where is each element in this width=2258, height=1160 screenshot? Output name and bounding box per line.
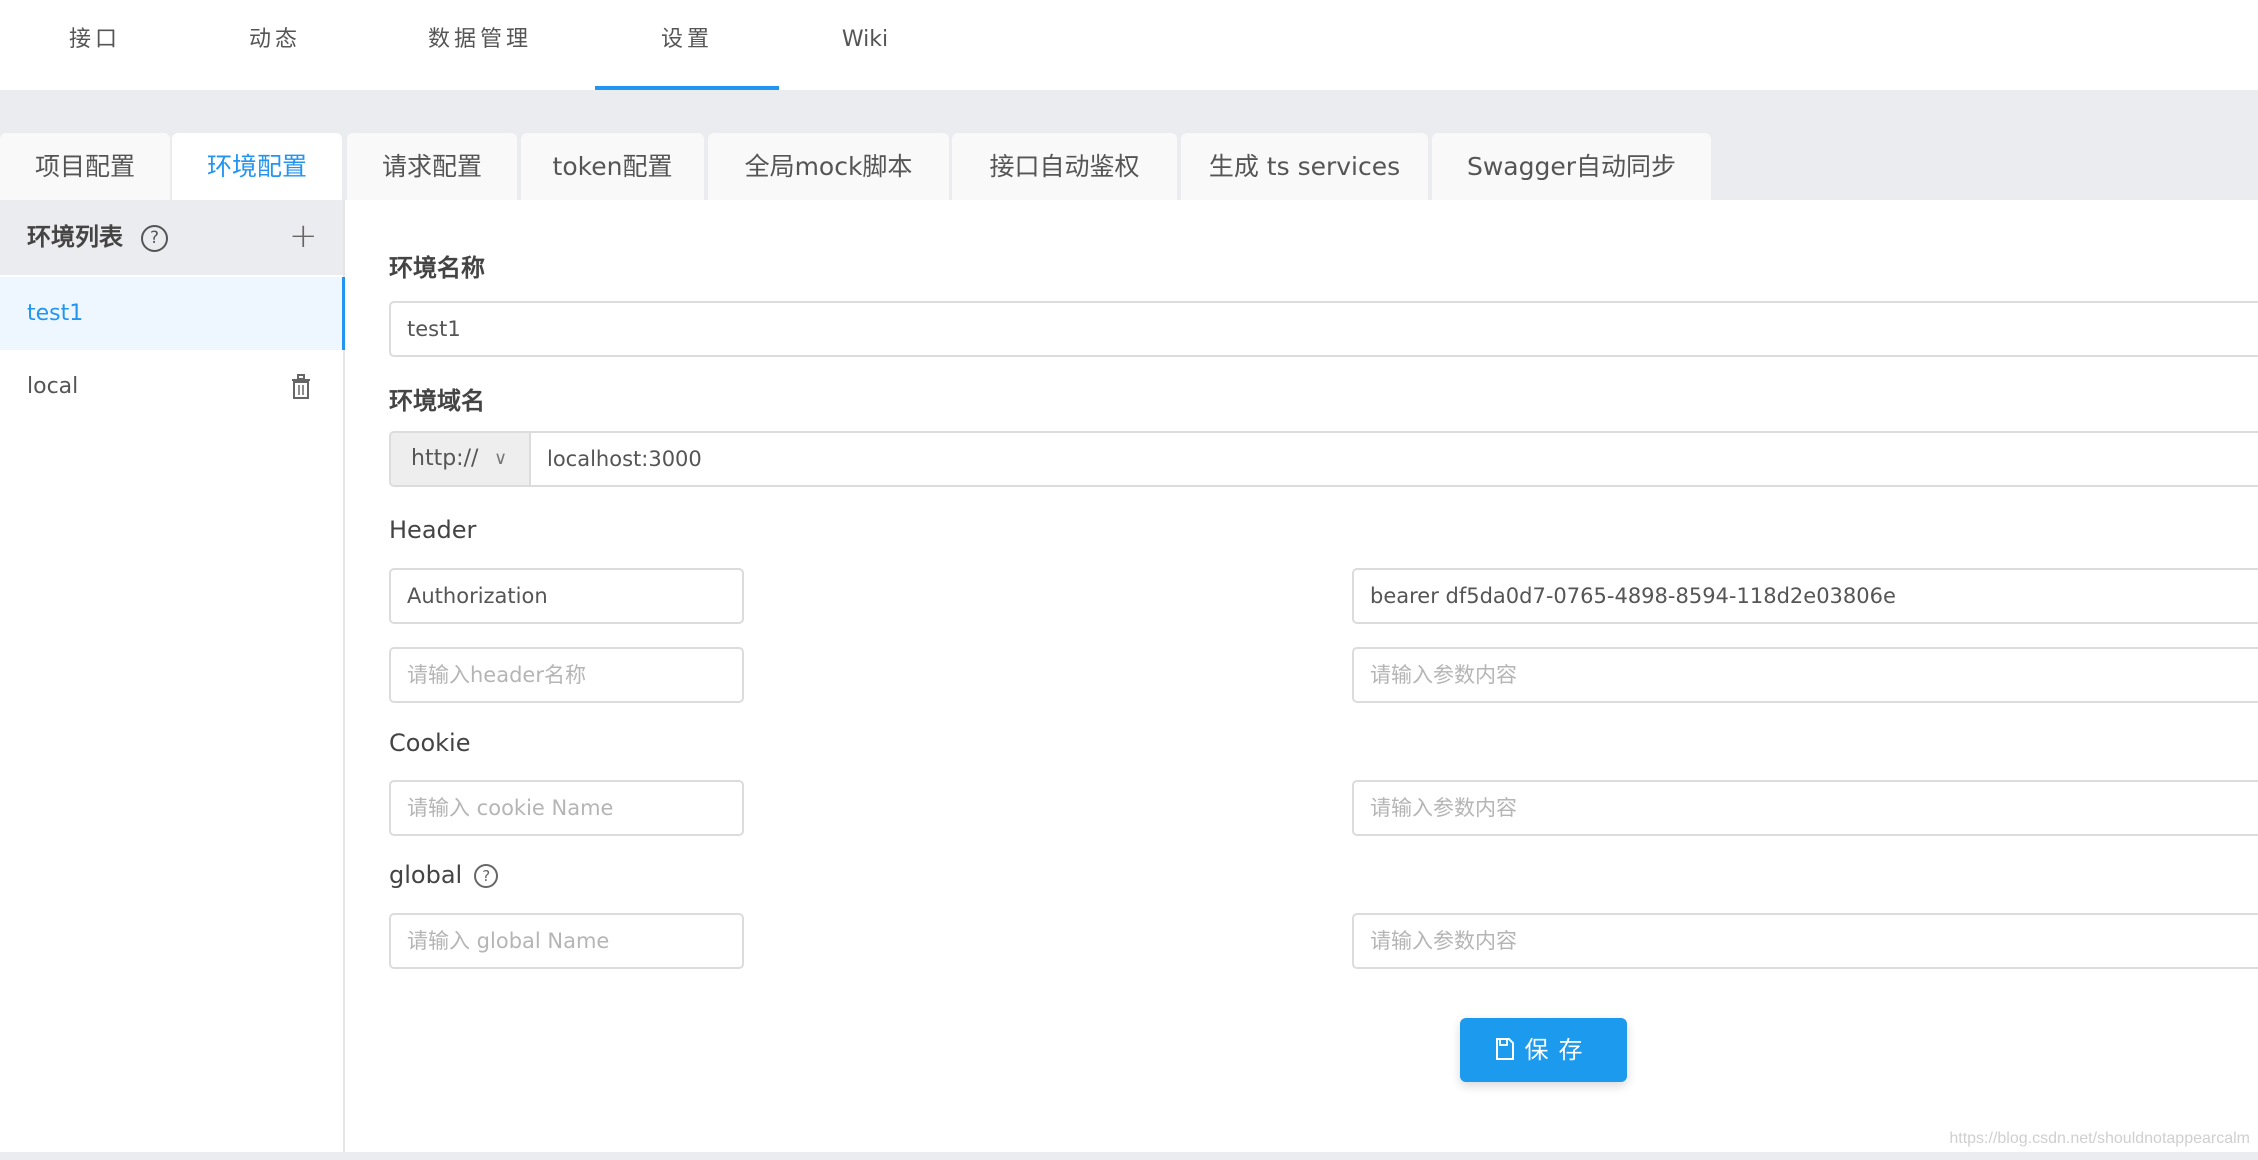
tab-project-config[interactable]: 项目配置 <box>0 133 170 200</box>
bottom-bar <box>0 1152 2258 1160</box>
chevron-down-icon: ∨ <box>494 448 508 469</box>
env-item-label: test1 <box>27 301 84 326</box>
tab-env-config[interactable]: 环境配置 <box>172 133 342 200</box>
domain-input[interactable] <box>529 431 2258 487</box>
cookie-value-input[interactable] <box>1352 780 2258 836</box>
save-icon <box>1495 1038 1514 1060</box>
save-button[interactable]: 保存 <box>1460 1018 1627 1082</box>
env-name-input[interactable] <box>389 301 2258 357</box>
tab-auto-auth[interactable]: 接口自动鉴权 <box>952 133 1177 200</box>
trash-icon[interactable] <box>290 374 312 400</box>
save-label: 保存 <box>1524 1036 1593 1064</box>
env-list-sidebar: 环境列表 ? + test1 local <box>0 200 345 1152</box>
question-circle-icon[interactable]: ? <box>141 225 168 252</box>
env-list-header: 环境列表 ? + <box>0 200 343 275</box>
tab-swagger-sync[interactable]: Swagger自动同步 <box>1432 133 1711 200</box>
protocol-select[interactable]: http:// ∨ <box>389 431 531 487</box>
env-list-item[interactable]: test1 <box>0 277 345 350</box>
nav-item-interface[interactable]: 接口 <box>40 0 150 90</box>
header-value-input[interactable] <box>1352 568 2258 624</box>
env-domain-label: 环境域名 <box>389 387 485 415</box>
header-name-input[interactable] <box>389 568 744 624</box>
cookie-name-input[interactable] <box>389 780 744 836</box>
global-name-input[interactable] <box>389 913 744 969</box>
tab-request-config[interactable]: 请求配置 <box>347 133 517 200</box>
header-name-input[interactable] <box>389 647 744 703</box>
header-label: Header <box>389 516 477 544</box>
nav-item-data-management[interactable]: 数据管理 <box>420 0 540 90</box>
cookie-label: Cookie <box>389 729 471 757</box>
header-value-input[interactable] <box>1352 647 2258 703</box>
global-value-input[interactable] <box>1352 913 2258 969</box>
tab-generate-ts-services[interactable]: 生成 ts services <box>1181 133 1428 200</box>
nav-item-settings[interactable]: 设置 <box>595 0 779 90</box>
nav-item-activity[interactable]: 动态 <box>220 0 330 90</box>
protocol-value: http:// <box>411 446 479 471</box>
tab-global-mock-script[interactable]: 全局mock脚本 <box>708 133 949 200</box>
question-circle-icon[interactable]: ? <box>474 864 499 888</box>
env-config-form: 环境名称 环境域名 http:// ∨ Header Cookie global… <box>347 200 2258 1152</box>
tab-token-config[interactable]: token配置 <box>521 133 704 200</box>
top-navigation: 接口 动态 数据管理 设置 Wiki <box>0 0 2258 90</box>
watermark: https://blog.csdn.net/shouldnotappearcal… <box>1949 1130 2250 1147</box>
global-label-row: global? <box>389 861 499 889</box>
env-name-label: 环境名称 <box>389 254 485 282</box>
global-label: global <box>389 861 463 889</box>
env-list-item[interactable]: local <box>0 350 345 423</box>
nav-item-wiki[interactable]: Wiki <box>810 0 920 90</box>
env-item-label: local <box>27 374 79 399</box>
plus-icon[interactable]: + <box>289 216 318 256</box>
env-list-title: 环境列表 <box>27 223 123 251</box>
